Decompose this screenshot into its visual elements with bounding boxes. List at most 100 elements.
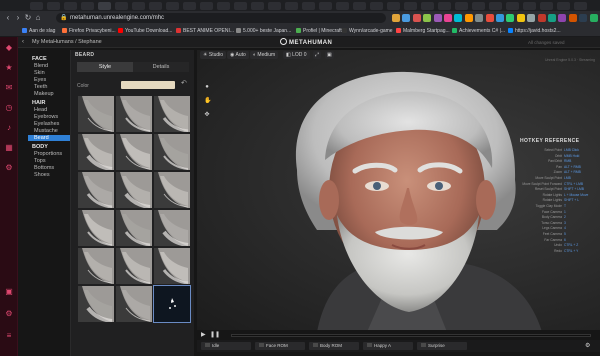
browser-tab[interactable] (455, 2, 468, 10)
settings-icon[interactable]: ⚙ (4, 309, 14, 319)
anim-body-rom[interactable]: Body ROM (313, 342, 342, 350)
forward-icon[interactable]: › (14, 14, 22, 22)
star-icon[interactable]: ★ (4, 63, 14, 73)
beard-style-thumbnail[interactable] (154, 248, 190, 284)
beard-style-thumbnail[interactable] (116, 210, 152, 246)
beard-style-thumbnail[interactable] (78, 96, 114, 132)
extension-icon[interactable] (464, 14, 473, 22)
category-item-eyebrows[interactable]: Eyebrows (34, 114, 58, 120)
head-icon[interactable]: ● (204, 84, 210, 90)
category-item-head[interactable]: Head (34, 107, 47, 113)
browser-tab[interactable] (115, 2, 128, 10)
category-item-beard[interactable]: Beard (28, 135, 70, 141)
grid-icon[interactable]: ▦ (4, 143, 14, 153)
browser-tab[interactable] (302, 2, 315, 10)
bookmark-item[interactable]: YouTube Download... (118, 27, 172, 35)
settings-icon[interactable]: ⚙ (4, 163, 14, 173)
tab-details[interactable]: Details (133, 62, 189, 72)
bookmark-item[interactable]: 5.000+ beste Japan... (236, 27, 291, 35)
undo-icon[interactable]: ↶ (181, 80, 187, 88)
camera-icon[interactable]: ▣ (4, 287, 14, 297)
extension-icon[interactable] (423, 14, 432, 22)
extension-icon[interactable] (475, 14, 484, 22)
anim-surprise[interactable]: Surprise (421, 342, 445, 350)
browser-tab[interactable] (234, 2, 247, 10)
extension-icon[interactable] (454, 14, 463, 22)
bookmark-item[interactable]: Wynn/arcade-game (342, 27, 393, 35)
category-item-tops[interactable]: Tops (34, 158, 46, 164)
browser-tab[interactable] (472, 2, 485, 10)
browser-tab[interactable] (523, 2, 536, 10)
clock-icon[interactable]: ◷ (4, 103, 14, 113)
extension-icon[interactable] (568, 14, 577, 22)
bookmark-item[interactable]: Profiel | Minecraft (296, 27, 342, 35)
camera-auto-button[interactable]: ◉ Auto (227, 51, 249, 59)
bell-icon[interactable]: ♪ (4, 123, 14, 133)
browser-tab[interactable] (132, 2, 145, 10)
hand-icon[interactable]: ✋ (204, 98, 211, 104)
menu-icon[interactable]: ≡ (4, 331, 14, 341)
extension-icon[interactable] (558, 14, 567, 22)
browser-tab[interactable] (574, 2, 587, 10)
back-arrow-icon[interactable]: ‹ (22, 38, 24, 47)
browser-tab[interactable] (506, 2, 519, 10)
browser-tab[interactable] (557, 2, 570, 10)
bookmark-item[interactable]: Malmberg Startpag... (396, 27, 450, 35)
browser-tab[interactable] (353, 2, 366, 10)
extension-icon[interactable] (433, 14, 442, 22)
bookmark-item[interactable]: Firefox Privacybeni... (62, 27, 116, 35)
extension-icon[interactable] (392, 14, 400, 22)
tab-style[interactable]: Style (77, 62, 133, 72)
screenshot-button[interactable]: ▣ (325, 51, 334, 59)
browser-tab[interactable] (81, 2, 94, 10)
bookmark-item[interactable]: Achievements C# |... (452, 27, 505, 35)
timeline-scrubber[interactable] (231, 334, 591, 337)
extension-icon[interactable] (548, 14, 556, 22)
category-item-skin[interactable]: Skin (34, 70, 45, 76)
browser-tab[interactable] (251, 2, 264, 10)
beard-style-thumbnail[interactable] (78, 286, 114, 322)
browser-tab[interactable] (98, 2, 111, 10)
browser-tab[interactable] (319, 2, 332, 10)
beard-style-thumbnail[interactable] (154, 96, 190, 132)
browser-tab[interactable] (336, 2, 349, 10)
browser-tab[interactable] (421, 2, 434, 10)
beard-style-thumbnail[interactable] (153, 285, 191, 323)
reload-icon[interactable]: ↻ (24, 14, 32, 22)
browser-tab[interactable] (64, 2, 77, 10)
browser-tab[interactable] (404, 2, 417, 10)
anim-idle[interactable]: Idle (205, 342, 219, 350)
extension-icon[interactable] (537, 14, 546, 22)
settings-icon[interactable]: ⚙ (585, 342, 590, 350)
beard-style-thumbnail[interactable] (78, 210, 114, 246)
extension-icon[interactable] (496, 14, 504, 22)
beard-style-thumbnail[interactable] (116, 134, 152, 170)
browser-tab[interactable] (149, 2, 162, 10)
beard-style-thumbnail[interactable] (116, 172, 152, 208)
breadcrumb[interactable]: My MetaHumans / Stephane (32, 38, 102, 47)
extension-icon[interactable] (402, 14, 411, 22)
beard-color-swatch[interactable] (121, 81, 175, 89)
browser-tab[interactable] (166, 2, 179, 10)
beard-style-thumbnail[interactable] (116, 286, 152, 322)
bookmark-item[interactable]: BEST ANIME OPENI... (176, 27, 234, 35)
browser-tab[interactable] (438, 2, 451, 10)
back-icon[interactable]: ‹ (4, 14, 12, 22)
browser-tab[interactable] (489, 2, 502, 10)
browser-tab[interactable] (30, 2, 43, 10)
beard-style-thumbnail[interactable] (116, 248, 152, 284)
browser-tab[interactable] (387, 2, 400, 10)
lod-button[interactable]: ◧ LOD 0 (283, 51, 310, 59)
category-item-bottoms[interactable]: Bottoms (34, 165, 54, 171)
fullscreen-button[interactable]: ⤢ (313, 51, 322, 59)
browser-tab[interactable] (217, 2, 230, 10)
url-input[interactable]: 🔒 metahuman.unrealengine.com/mhc (56, 13, 386, 23)
browser-tab[interactable] (268, 2, 281, 10)
play-icon[interactable]: ▶ (201, 332, 206, 338)
browser-tab[interactable] (540, 2, 553, 10)
extension-icon[interactable] (412, 14, 421, 22)
bookmark-item[interactable]: Aan de slag (22, 27, 55, 35)
extension-icon[interactable] (444, 14, 452, 22)
extension-icon[interactable] (485, 14, 494, 22)
extension-icon[interactable] (589, 14, 598, 22)
